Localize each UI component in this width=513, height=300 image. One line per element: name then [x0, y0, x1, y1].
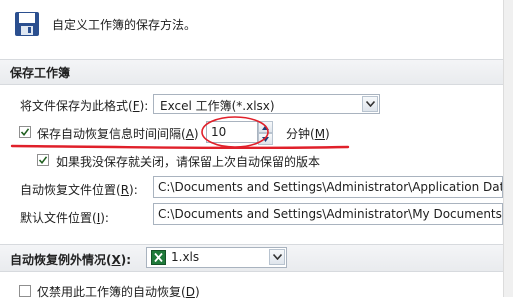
autorecover-location-label: 自动恢复文件位置(R):	[20, 183, 138, 197]
vertical-scrollbar[interactable]	[503, 0, 513, 297]
red-underline-mark	[10, 144, 350, 150]
excel-file-icon	[151, 250, 166, 268]
keep-last-version-checkbox[interactable]	[37, 154, 49, 166]
disable-autorecover-checkbox[interactable]	[19, 285, 31, 297]
disable-autorecover-label: 仅禁用此工作簿的自动恢复(D)	[37, 285, 200, 299]
keep-last-version-label: 如果我没保存就关闭，请保留上次自动保留的版本	[56, 155, 321, 169]
autorecover-workbook-value: 1.xls	[171, 250, 200, 264]
autorecover-location-input[interactable]: C:\Documents and Settings\Administrator\…	[153, 176, 503, 198]
default-location-input[interactable]: C:\Documents and Settings\Administrator\…	[153, 203, 503, 225]
chevron-down-icon[interactable]	[269, 249, 285, 265]
autorecover-exceptions-label: 自动恢复例外情况(X):	[10, 253, 132, 267]
red-annotation	[10, 116, 350, 150]
save-floppy-icon	[14, 11, 40, 37]
autorecover-workbook-dropdown[interactable]: 1.xls	[146, 247, 287, 268]
section-title-save-workbooks: 保存工作簿	[10, 66, 71, 80]
chevron-down-icon[interactable]	[362, 96, 378, 112]
section-header-save-workbooks	[0, 59, 503, 85]
red-circle-mark	[201, 116, 269, 148]
page-title: 自定义工作簿的保存方法。	[52, 18, 197, 32]
default-location-label: 默认文件位置(I):	[20, 211, 109, 225]
